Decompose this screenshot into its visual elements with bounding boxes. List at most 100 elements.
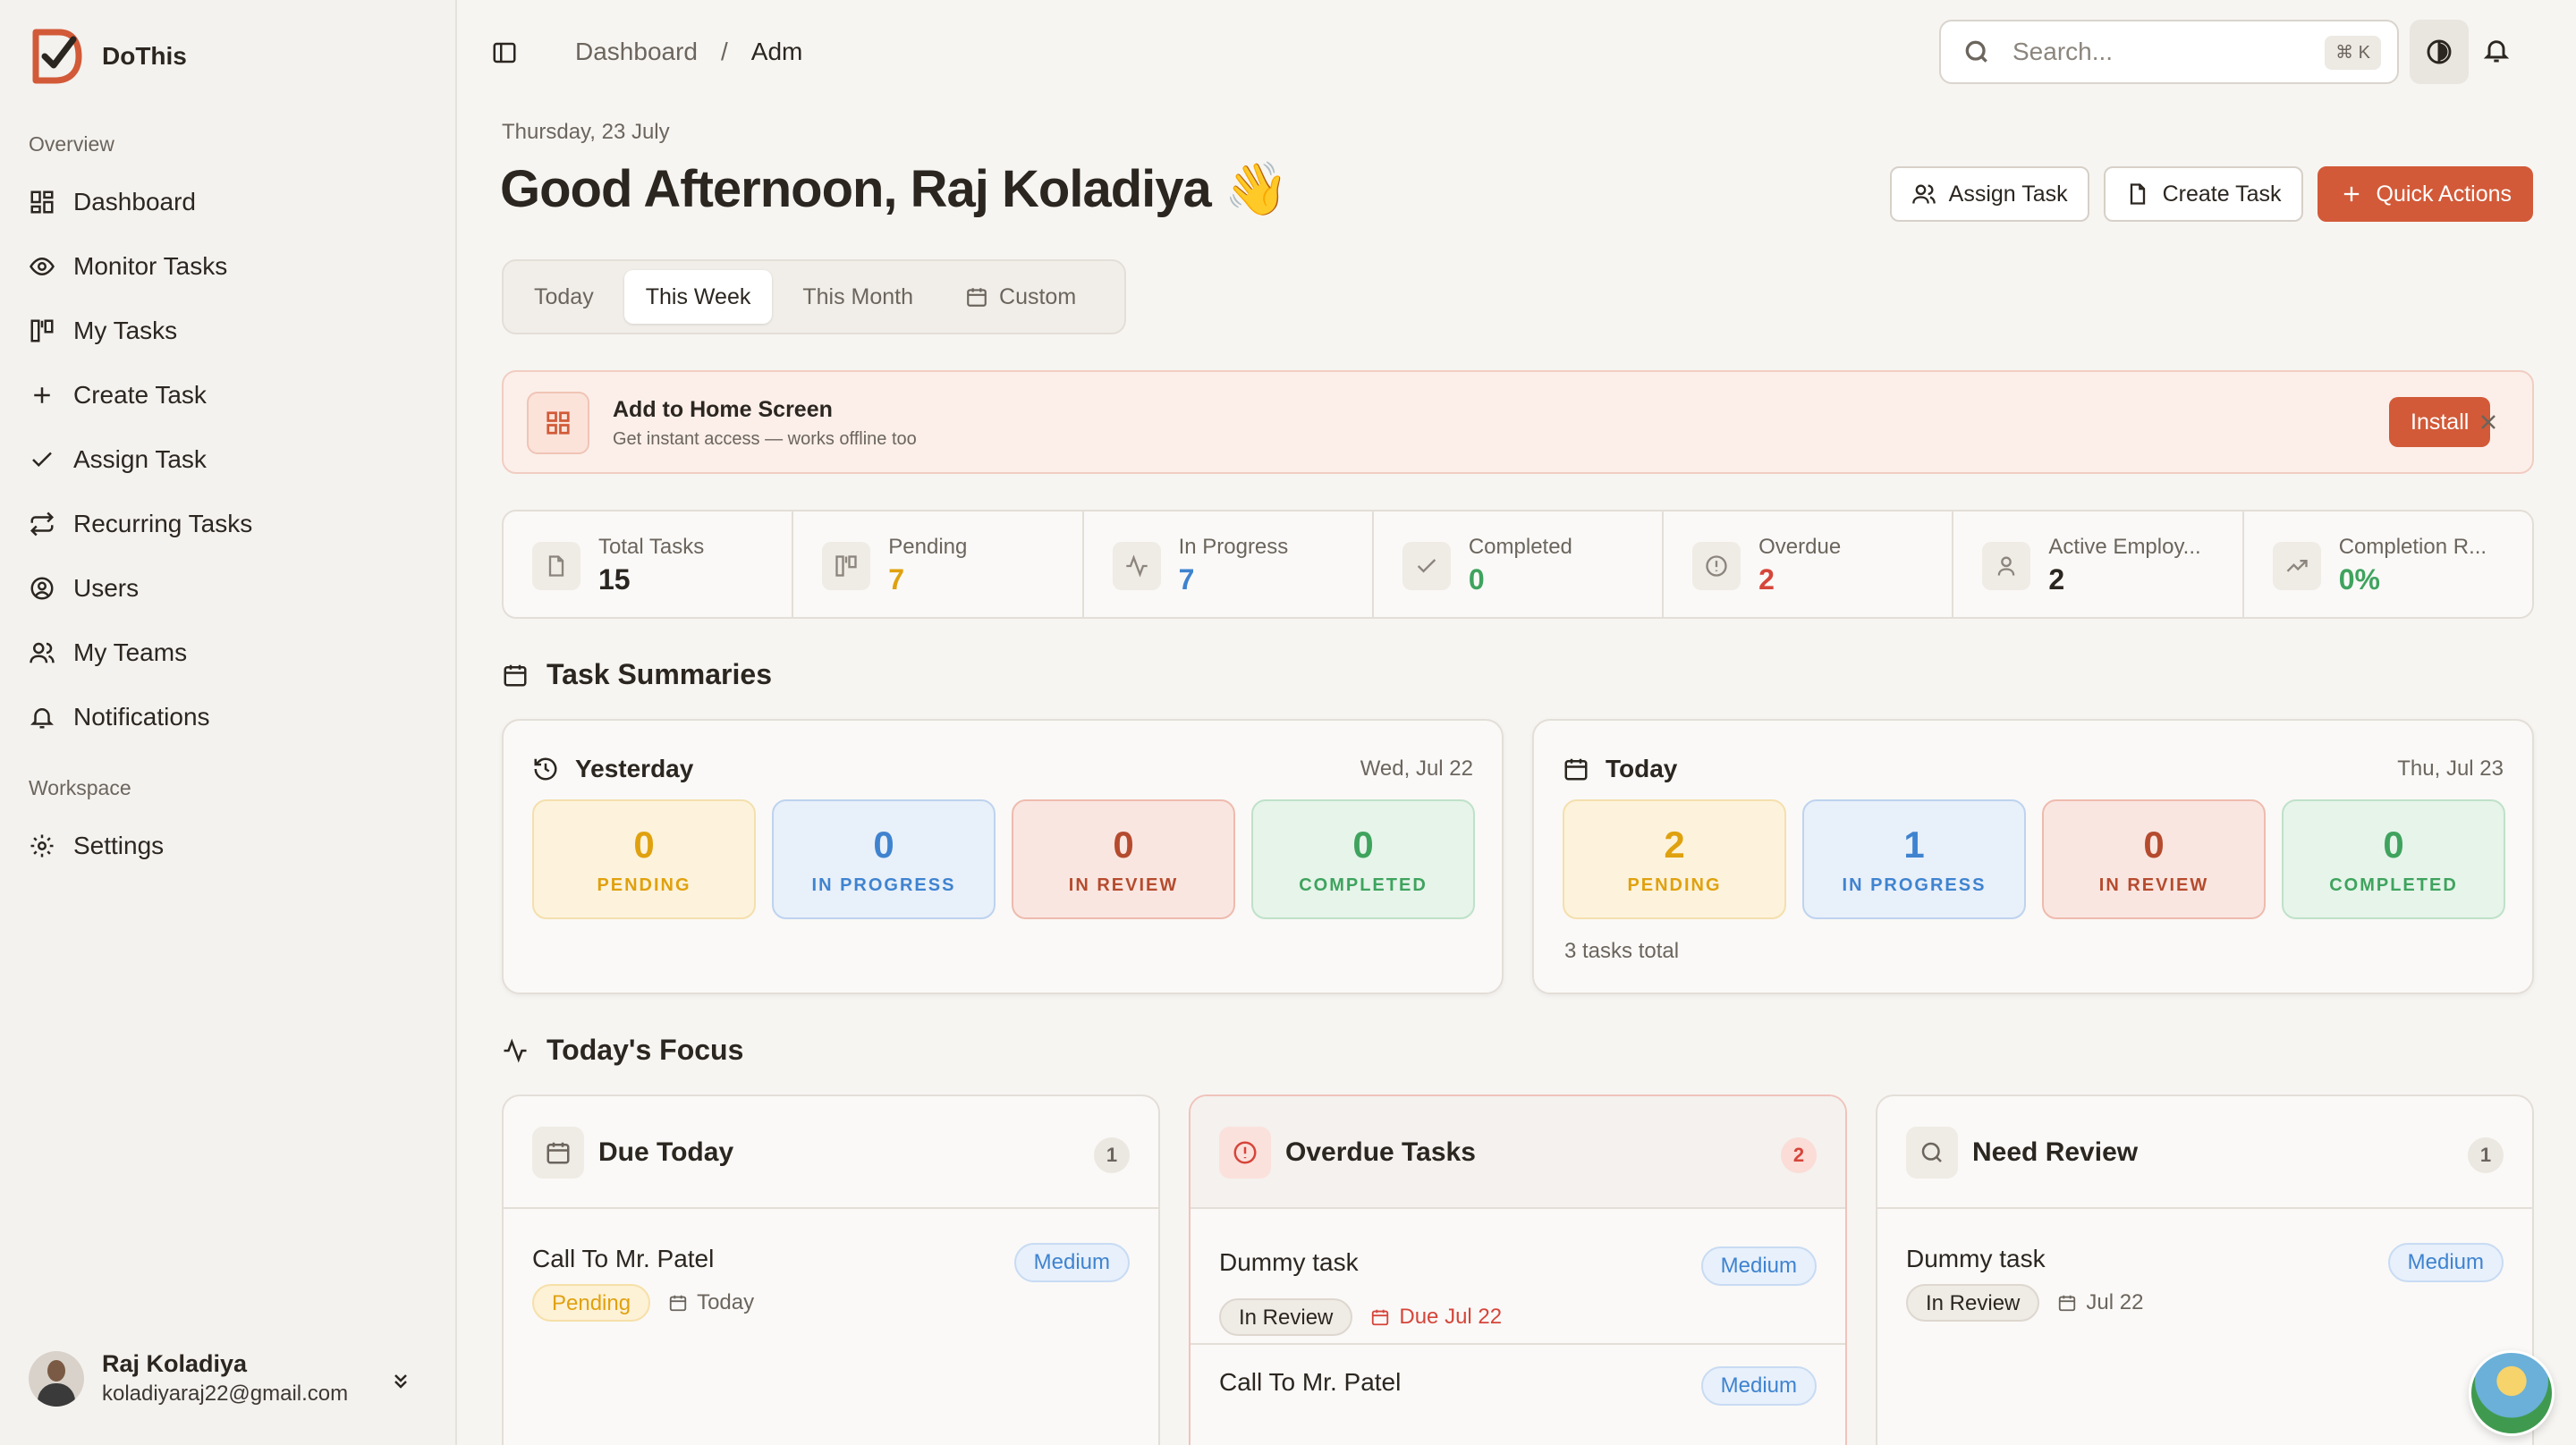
kanban-icon (822, 542, 871, 590)
tile-label: IN REVIEW (1068, 875, 1179, 895)
alert-circle-icon (1692, 542, 1741, 590)
sidebar-nav: Dashboard Monitor Tasks My Tasks Create … (29, 170, 431, 749)
sidebar-item-my-tasks[interactable]: My Tasks (29, 299, 431, 363)
status-badge: In Review (1906, 1284, 2040, 1322)
task-item[interactable]: Call To Mr. Patel Medium (1191, 1345, 1845, 1445)
plus-icon (34, 387, 50, 403)
stat-label: Overdue (1758, 535, 1842, 559)
tile-in-review[interactable]: 0 IN REVIEW (2042, 799, 2266, 919)
stat-in-progress[interactable]: In Progress 7 (1084, 511, 1374, 617)
focus-due-today: Due Today 1 Call To Mr. Patel Medium Pen… (502, 1094, 1160, 1445)
stat-label: Completion R... (2338, 535, 2487, 559)
task-item[interactable]: Dummy task Medium In Review Jul 22 (1877, 1209, 2532, 1345)
breadcrumb-dashboard[interactable]: Dashboard (575, 38, 698, 66)
stat-pending[interactable]: Pending 7 (793, 511, 1084, 617)
summary-title: Yesterday (575, 755, 694, 782)
stat-overdue[interactable]: Overdue 2 (1664, 511, 1954, 617)
brand-name: DoThis (102, 42, 187, 70)
sidebar-item-create-task[interactable]: Create Task (29, 363, 431, 427)
assign-task-button[interactable]: Assign Task (1889, 166, 2089, 222)
tile-completed[interactable]: 0 COMPLETED (1251, 799, 1475, 919)
calendar-icon (1564, 758, 1588, 781)
tile-value: 2 (1664, 823, 1685, 866)
task-name: Call To Mr. Patel (1219, 1368, 1402, 1396)
user-email: koladiyaraj22@gmail.com (102, 1382, 349, 1406)
check-icon (32, 452, 52, 468)
create-task-button[interactable]: Create Task (2103, 166, 2303, 222)
task-item[interactable]: Call To Mr. Patel Medium Pending Today (504, 1209, 1158, 1345)
chevrons-down-icon[interactable] (390, 1370, 411, 1391)
sidebar-item-label: Users (73, 574, 140, 602)
tile-label: PENDING (597, 875, 691, 895)
stat-completed[interactable]: Completed 0 (1374, 511, 1665, 617)
theme-toggle-button[interactable] (2410, 20, 2469, 84)
user-name: Raj Koladiya (102, 1350, 248, 1377)
tab-custom[interactable]: Custom (944, 270, 1097, 324)
tile-completed[interactable]: 0 COMPLETED (2282, 799, 2505, 919)
stat-completion-rate[interactable]: Completion R... 0% (2244, 511, 2532, 617)
breadcrumb-current: Adm (750, 38, 803, 65)
sidebar-item-users[interactable]: Users (29, 556, 431, 621)
user-icon (1982, 542, 2031, 590)
stat-label: Pending (888, 535, 968, 559)
bell-icon (30, 708, 55, 729)
topbar: Dashboard / Adm Search... ⌘ K (459, 0, 2576, 106)
sidebar-item-recurring-tasks[interactable]: Recurring Tasks (29, 492, 431, 556)
quick-actions-label: Quick Actions (2376, 181, 2512, 207)
priority-badge: Medium (1700, 1246, 1817, 1286)
tile-in-progress[interactable]: 0 IN PROGRESS (772, 799, 996, 919)
activity-icon (1112, 542, 1161, 590)
assistant-launcher-button[interactable] (2469, 1350, 2555, 1436)
summary-header: Today (1563, 755, 1677, 783)
search-icon (1965, 40, 1987, 63)
tile-in-progress[interactable]: 1 IN PROGRESS (1802, 799, 2026, 919)
tab-this-month[interactable]: This Month (781, 270, 935, 324)
tile-pending[interactable]: 2 PENDING (1563, 799, 1786, 919)
brand[interactable]: DoThis (29, 27, 187, 86)
stat-active-employees[interactable]: Active Employ... 2 (1953, 511, 2244, 617)
sidebar-item-monitor-tasks[interactable]: Monitor Tasks (29, 234, 431, 299)
sidebar-item-notifications[interactable]: Notifications (29, 685, 431, 749)
sidebar-item-assign-task[interactable]: Assign Task (29, 427, 431, 492)
alert-circle-icon (1219, 1127, 1271, 1179)
sidebar-item-settings[interactable]: Settings (29, 814, 431, 878)
focus-count-badge: 1 (2468, 1137, 2504, 1173)
quick-actions-button[interactable]: Quick Actions (2317, 166, 2533, 222)
tile-pending[interactable]: 0 PENDING (532, 799, 756, 919)
sidebar-item-label: Dashboard (73, 188, 196, 215)
search-input[interactable]: Search... ⌘ K (1939, 20, 2399, 84)
search-shortcut: ⌘ K (2325, 36, 2381, 70)
install-button[interactable]: Install (2389, 397, 2491, 447)
stat-total-tasks[interactable]: Total Tasks 15 (504, 511, 794, 617)
due-date-text: Jul 22 (2086, 1290, 2144, 1314)
sidebar-item-dashboard[interactable]: Dashboard (29, 170, 431, 234)
sidebar-toggle-icon[interactable] (491, 39, 518, 66)
sidebar-item-label: My Tasks (73, 317, 178, 344)
summary-yesterday: Yesterday Wed, Jul 22 0 PENDING 0 IN PROGR… (502, 719, 1504, 994)
tab-today[interactable]: Today (513, 270, 615, 324)
task-item[interactable]: Dummy task Medium In Review Due Jul 22 (1191, 1209, 1845, 1345)
focus-count-badge: 2 (1781, 1137, 1817, 1173)
summary-tiles: 0 PENDING 0 IN PROGRESS 0 IN REVIEW 0 COMPLE… (532, 799, 1475, 919)
user-menu[interactable]: Raj Koladiya koladiyaraj22@gmail.com (29, 1350, 429, 1407)
sidebar-item-label: Create Task (73, 381, 207, 409)
breadcrumb-separator: / (720, 38, 728, 65)
tab-this-week[interactable]: This Week (623, 270, 773, 324)
activity-icon (504, 1037, 527, 1063)
workspace-nav: Settings (29, 814, 431, 878)
sidebar-item-my-teams[interactable]: My Teams (29, 621, 431, 685)
summary-total: 3 tasks total (1564, 939, 1680, 963)
eye-icon (30, 257, 55, 276)
tile-in-review[interactable]: 0 IN REVIEW (1012, 799, 1235, 919)
summary-title: Today (1606, 755, 1678, 782)
tile-label: COMPLETED (1299, 875, 1428, 895)
breadcrumb: Dashboard / Adm (575, 38, 802, 66)
sidebar-item-label: Assign Task (73, 445, 207, 473)
close-icon[interactable] (2478, 411, 2499, 433)
tile-label: IN REVIEW (2098, 875, 2209, 895)
kanban-icon (30, 319, 54, 342)
users-icon (1911, 184, 1936, 204)
notifications-button[interactable] (2482, 36, 2511, 69)
bell-icon (2483, 40, 2510, 63)
task-summaries-heading: Task Summaries (502, 658, 772, 691)
